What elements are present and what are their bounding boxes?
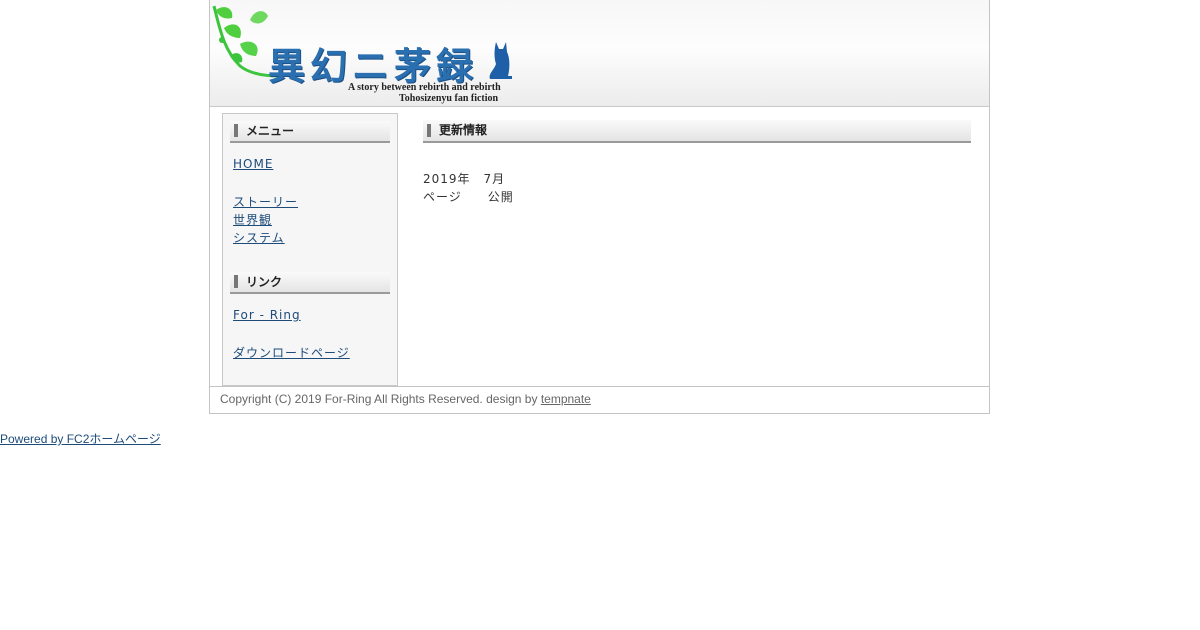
site-logo[interactable]: 異幻ニ茅録 A story between rebirth and rebirt… bbox=[210, 0, 520, 106]
sidebar-link-world[interactable]: 世界観 bbox=[233, 211, 272, 228]
powered-by-link[interactable]: Powered by FC2ホームページ bbox=[0, 430, 161, 447]
sidebar-link-for-ring[interactable]: For - Ring bbox=[233, 308, 301, 322]
sidebar-link-home[interactable]: HOME bbox=[233, 157, 273, 171]
copyright-text: Copyright (C) 2019 For-Ring All Rights R… bbox=[220, 392, 541, 406]
site-footer: Copyright (C) 2019 For-Ring All Rights R… bbox=[210, 386, 989, 413]
menu-heading: メニュー bbox=[230, 121, 390, 143]
sidebar-link-story[interactable]: ストーリー bbox=[233, 193, 298, 210]
cat-silhouette-icon bbox=[489, 42, 512, 79]
site-header: 異幻ニ茅録 A story between rebirth and rebirt… bbox=[210, 0, 989, 107]
links-heading: リンク bbox=[230, 272, 390, 294]
designer-link[interactable]: tempnate bbox=[541, 392, 591, 406]
update-text: ページ 公開 bbox=[423, 190, 514, 204]
sidebar-link-download[interactable]: ダウンロードページ bbox=[233, 344, 350, 361]
site-subtitle-line2: Tohosizenyu fan fiction bbox=[399, 93, 499, 104]
update-date: 2019年 7月 bbox=[423, 172, 506, 186]
page-container: 異幻ニ茅録 A story between rebirth and rebirt… bbox=[209, 0, 990, 414]
sidebar: メニュー HOME ストーリー 世界観 システム リンク For - Ring … bbox=[222, 113, 398, 386]
updates-heading: 更新情報 bbox=[423, 120, 971, 143]
site-subtitle-line1: A story between rebirth and rebirth bbox=[348, 82, 501, 93]
sidebar-link-system[interactable]: システム bbox=[233, 229, 285, 246]
